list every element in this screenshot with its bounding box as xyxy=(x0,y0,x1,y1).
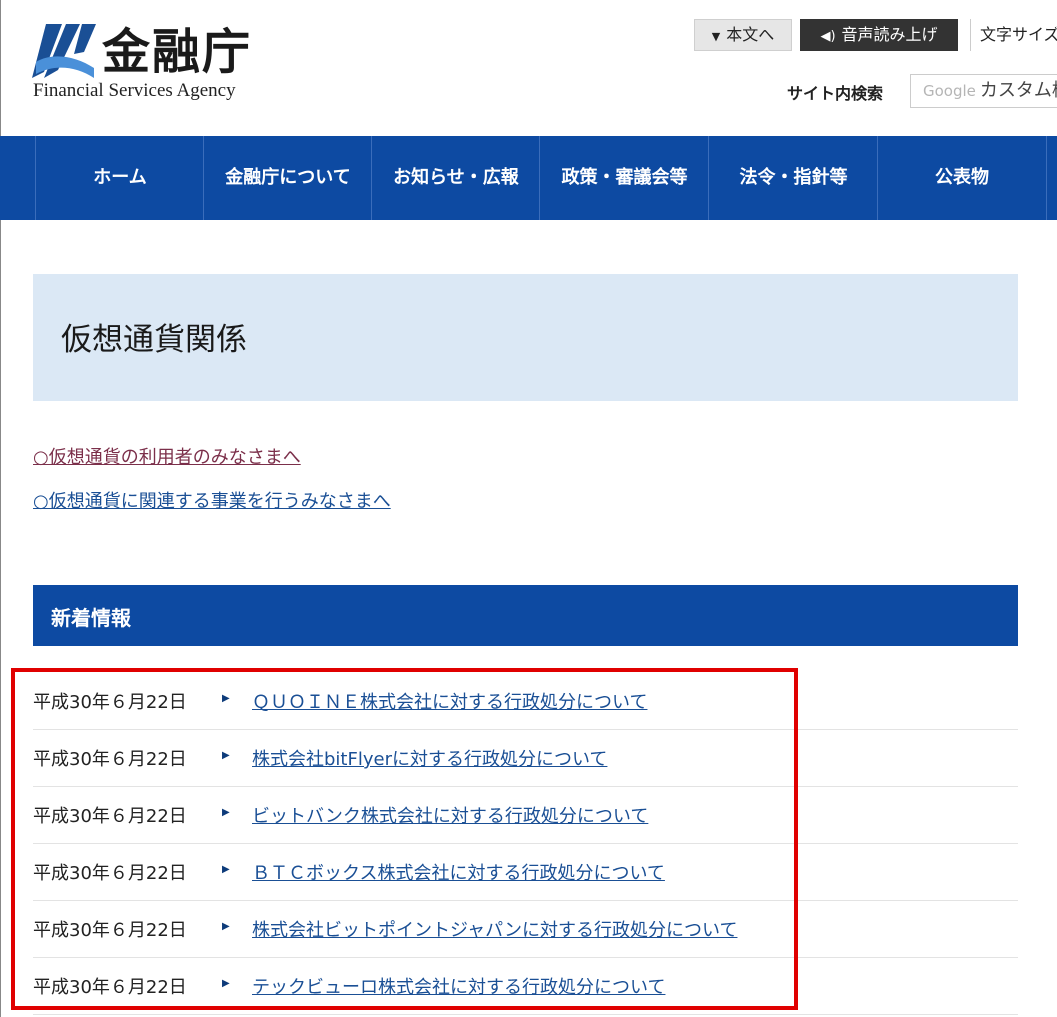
nav-item-news-pr[interactable]: お知らせ・広報 xyxy=(371,136,540,220)
nav-item-policy[interactable]: 政策・審議会等 xyxy=(539,136,709,220)
triangle-right-icon: ▶ xyxy=(222,978,230,989)
triangle-down-icon: ▼ xyxy=(711,30,721,43)
link-for-businesses[interactable]: ○仮想通貨に関連する事業を行うみなさまへ xyxy=(33,487,391,513)
news-link[interactable]: 株式会社bitFlyerに対する行政処分について xyxy=(252,745,607,771)
page-title-box: 仮想通貨関係 xyxy=(33,274,1018,401)
news-date: 平成30年６月22日 xyxy=(33,863,187,884)
fsa-logo-mark-icon xyxy=(32,24,96,78)
nav-item-laws[interactable]: 法令・指針等 xyxy=(708,136,878,220)
news-item: 平成30年６月22日 ▶ 株式会社bitFlyerに対する行政処分について xyxy=(33,730,1018,787)
page-title: 仮想通貨関係 xyxy=(61,322,247,358)
news-date: 平成30年６月22日 xyxy=(33,749,187,770)
news-item: 平成30年６月22日 ▶ 株式会社ビットポイントジャパンに対する行政処分について xyxy=(33,901,1018,958)
triangle-right-icon: ▶ xyxy=(222,693,230,704)
triangle-right-icon: ▶ xyxy=(222,864,230,875)
news-date: 平成30年６月22日 xyxy=(33,692,187,713)
text-to-speech-label: 音声読み上げ xyxy=(841,25,938,44)
news-item: 平成30年６月22日 ▶ ビットバンク株式会社に対する行政処分について xyxy=(33,787,1018,844)
search-placeholder: カスタム検索 xyxy=(979,80,1057,101)
news-item: 平成30年６月22日 ▶ テックビューロ株式会社に対する行政処分について xyxy=(33,958,1018,1015)
font-size-label: 文字サイズ xyxy=(980,25,1057,44)
font-size-control[interactable]: 文字サイズ xyxy=(970,19,1057,51)
logo-japanese-name: 金融庁 xyxy=(102,24,253,80)
news-heading: 新着情報 xyxy=(51,606,131,630)
triangle-right-icon: ▶ xyxy=(222,750,230,761)
news-section-header: 新着情報 xyxy=(33,585,1018,646)
nav-item-home[interactable]: ホーム xyxy=(35,136,204,220)
google-brand-icon: Google xyxy=(923,82,976,100)
news-date: 平成30年６月22日 xyxy=(33,977,187,998)
news-item: 平成30年６月22日 ▶ ＢＴＣボックス株式会社に対する行政処分について xyxy=(33,844,1018,901)
skip-to-content-label: 本文へ xyxy=(726,25,775,44)
news-date: 平成30年６月22日 xyxy=(33,920,187,941)
fsa-logo[interactable]: 金融庁 Financial Services Agency xyxy=(32,22,272,104)
nav-item-publications[interactable]: 公表物 xyxy=(877,136,1047,220)
news-link[interactable]: 株式会社ビットポイントジャパンに対する行政処分について xyxy=(252,916,737,942)
logo-english-name: Financial Services Agency xyxy=(33,80,236,101)
site-search-label: サイト内検索 xyxy=(787,84,884,103)
global-nav: ホーム 金融庁について お知らせ・広報 政策・審議会等 法令・指針等 公表物 xyxy=(0,136,1057,220)
news-item: 平成30年６月22日 ▶ ＱＵＯＩＮＥ株式会社に対する行政処分について xyxy=(33,673,1018,730)
news-date: 平成30年６月22日 xyxy=(33,806,187,827)
text-to-speech-button[interactable]: ◀) 音声読み上げ xyxy=(800,19,958,51)
news-link[interactable]: ビットバンク株式会社に対する行政処分について xyxy=(252,802,648,828)
news-link[interactable]: テックビューロ株式会社に対する行政処分について xyxy=(252,973,665,999)
nav-item-about[interactable]: 金融庁について xyxy=(203,136,372,220)
news-link[interactable]: ＢＴＣボックス株式会社に対する行政処分について xyxy=(252,859,665,885)
news-link[interactable]: ＱＵＯＩＮＥ株式会社に対する行政処分について xyxy=(252,688,647,714)
triangle-right-icon: ▶ xyxy=(222,921,230,932)
site-search-input[interactable]: Googleカスタム検索 xyxy=(910,74,1057,108)
triangle-right-icon: ▶ xyxy=(222,807,230,818)
speaker-icon: ◀) xyxy=(820,29,836,44)
news-list: 平成30年６月22日 ▶ ＱＵＯＩＮＥ株式会社に対する行政処分について 平成30… xyxy=(33,673,1018,1015)
skip-to-content-button[interactable]: ▼ 本文へ xyxy=(694,19,792,51)
link-for-users[interactable]: ○仮想通貨の利用者のみなさまへ xyxy=(33,443,301,469)
